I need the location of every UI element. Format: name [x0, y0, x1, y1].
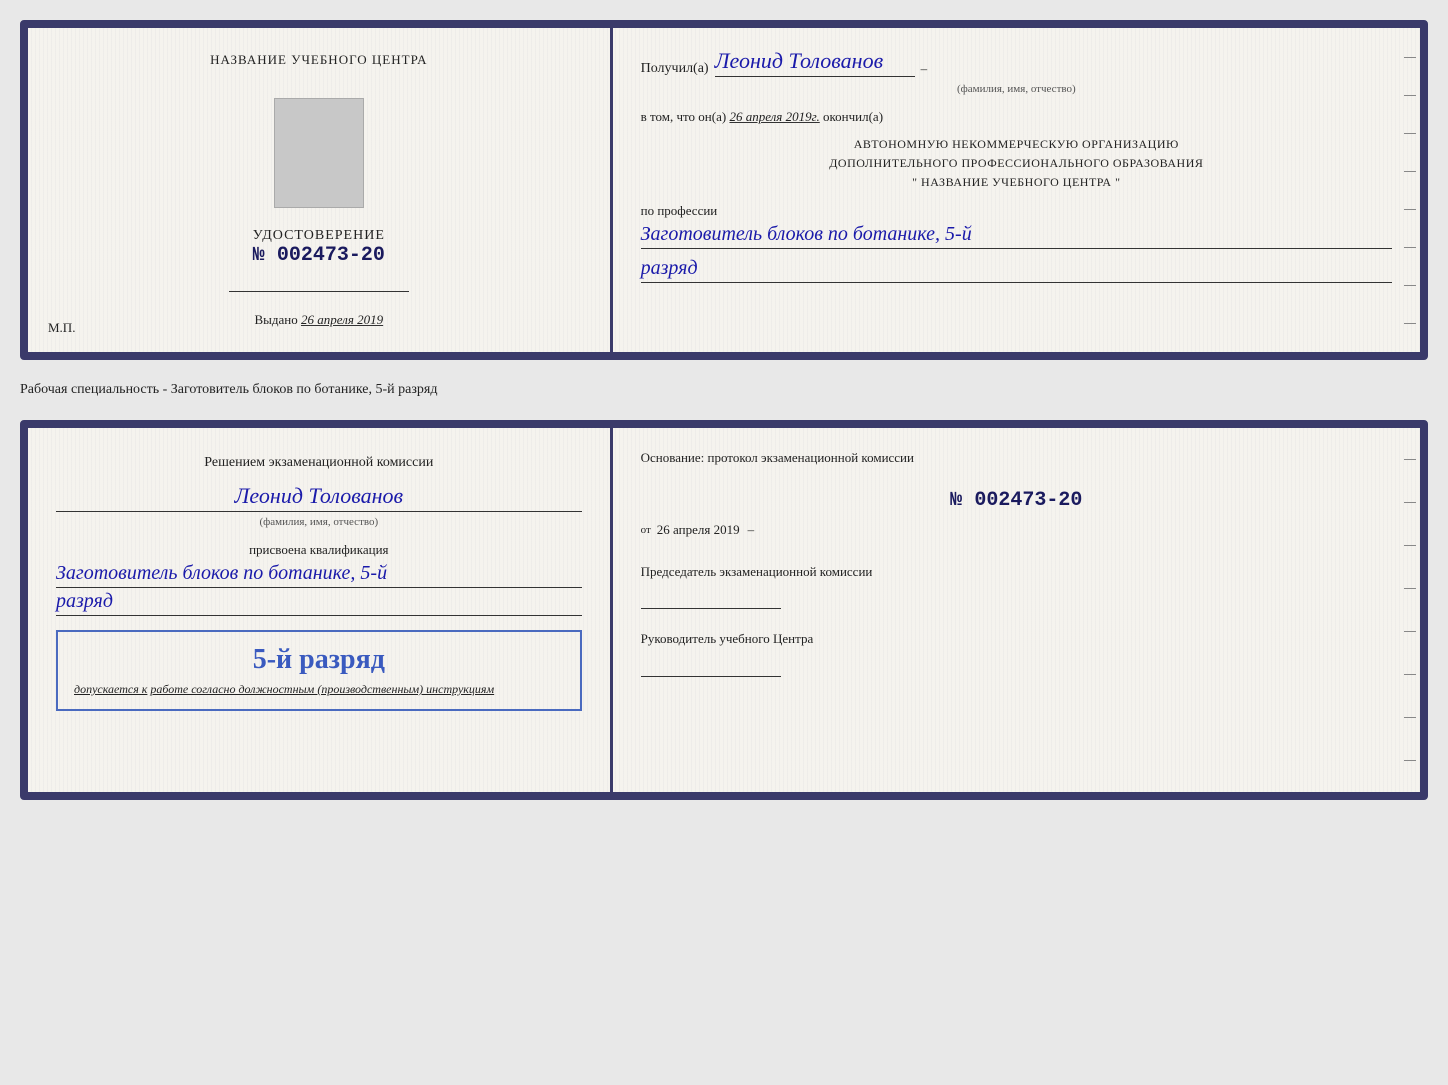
certificate-card-1: НАЗВАНИЕ УЧЕБНОГО ЦЕНТРА УДОСТОВЕРЕНИЕ №…: [20, 20, 1428, 360]
side-decorative-lines: [1400, 28, 1420, 352]
cert2-side-decorative-lines: [1400, 428, 1420, 792]
page-wrapper: НАЗВАНИЕ УЧЕБНОГО ЦЕНТРА УДОСТОВЕРЕНИЕ №…: [20, 20, 1428, 800]
info-text: Рабочая специальность - Заготовитель бло…: [20, 378, 1428, 402]
cert2-director-title: Руководитель учебного Центра: [641, 629, 1392, 649]
cert2-heading: Решением экзаменационной комиссии: [56, 452, 582, 473]
mp-label: М.П.: [48, 320, 75, 336]
cert2-chairman-title: Председатель экзаменационной комиссии: [641, 562, 1392, 582]
cert1-org-block: АВТОНОМНУЮ НЕКОММЕРЧЕСКУЮ ОРГАНИЗАЦИЮ ДО…: [641, 135, 1392, 193]
cert2-director-signature-line: [641, 657, 781, 677]
cert1-left: НАЗВАНИЕ УЧЕБНОГО ЦЕНТРА УДОСТОВЕРЕНИЕ №…: [28, 28, 613, 352]
cert2-signatures: Председатель экзаменационной комиссии Ру…: [641, 562, 1392, 677]
cert1-issued-line: Выдано 26 апреля 2019: [254, 312, 383, 328]
cert2-qualification-label: присвоена квалификация: [56, 542, 582, 558]
cert2-chairman-signature-line: [641, 589, 781, 609]
cert1-recipient-line: Получил(а) Леонид Толованов –: [641, 48, 1392, 77]
stamp-box: 5-й разряд допускается к работе согласно…: [56, 630, 582, 711]
stamp-admission: допускается к работе согласно должностны…: [74, 682, 564, 697]
cert1-org-name: НАЗВАНИЕ УЧЕБНОГО ЦЕНТРА: [210, 52, 427, 68]
cert1-number: № 002473-20: [253, 244, 385, 267]
stamp-rank: 5-й разряд: [74, 644, 564, 676]
cert2-date-from: от 26 апреля 2019 –: [641, 522, 1392, 538]
certificate-card-2: Решением экзаменационной комиссии Леонид…: [20, 420, 1428, 800]
cert1-title-block: УДОСТОВЕРЕНИЕ № 002473-20: [253, 228, 385, 267]
cert2-protocol-number: № 002473-20: [641, 489, 1392, 512]
cert2-left: Решением экзаменационной комиссии Леонид…: [28, 428, 613, 792]
cert1-right: Получил(а) Леонид Толованов – (фамилия, …: [613, 28, 1420, 352]
cert2-basis-heading: Основание: протокол экзаменационной коми…: [641, 448, 1392, 469]
cert1-certified-line: в том, что он(а) 26 апреля 2019г. окончи…: [641, 109, 1392, 125]
photo-placeholder: [274, 98, 364, 208]
cert1-title: УДОСТОВЕРЕНИЕ: [253, 228, 385, 244]
cert2-right: Основание: протокол экзаменационной коми…: [613, 428, 1420, 792]
cert1-profession-label: по профессии: [641, 203, 1392, 219]
